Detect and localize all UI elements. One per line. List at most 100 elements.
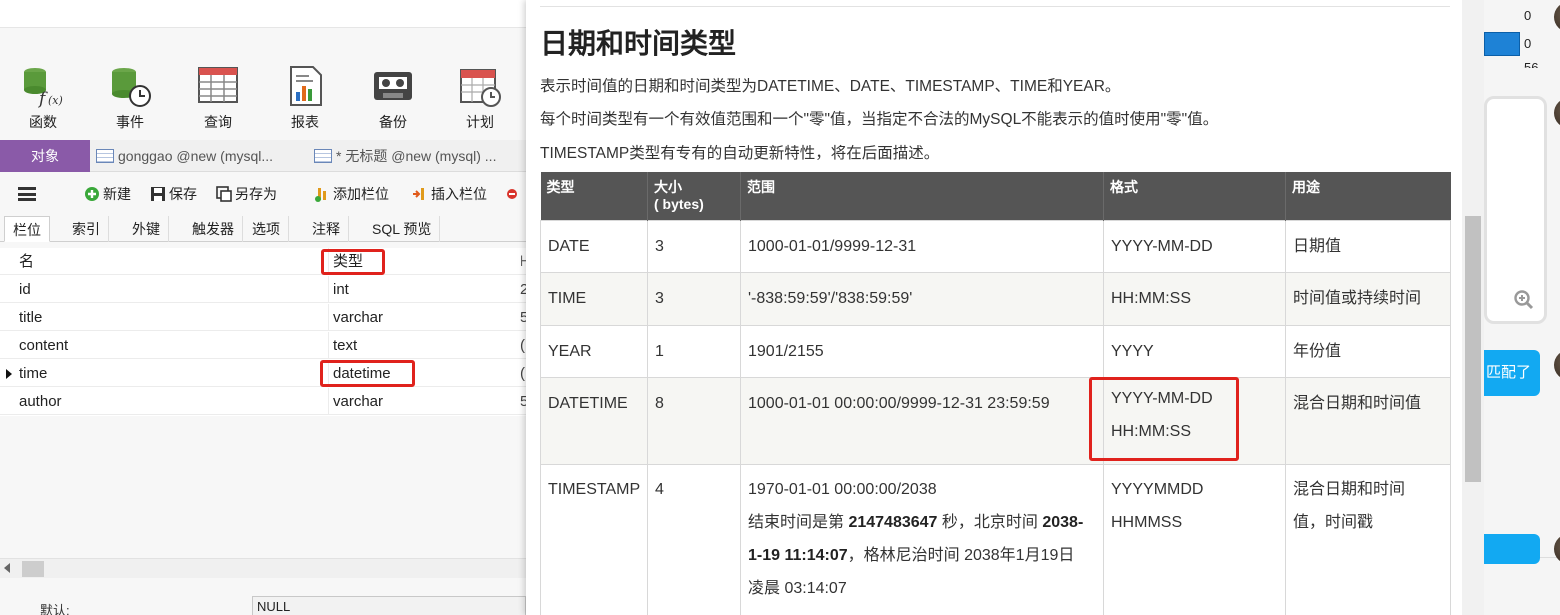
scroll-thumb[interactable] bbox=[22, 561, 44, 577]
field-name[interactable]: author bbox=[19, 388, 62, 415]
range-text: 秒，北京时间 bbox=[937, 513, 1043, 531]
table-header-row: 类型 大小( bytes) 范围 格式 用途 bbox=[540, 172, 1451, 220]
query-icon bbox=[198, 67, 238, 103]
table-row[interactable]: content text ( bbox=[0, 332, 526, 359]
cell-format: YYYY-MM-DD bbox=[1103, 219, 1286, 273]
field-type[interactable]: varchar bbox=[333, 388, 383, 415]
highlight-datetime-format bbox=[1089, 377, 1239, 461]
cell-type: DATE bbox=[540, 219, 648, 273]
field-type[interactable]: varchar bbox=[333, 304, 383, 331]
format-time: HHMMSS bbox=[1111, 513, 1183, 531]
subtab-options[interactable]: 选项 bbox=[244, 216, 289, 242]
table-row: TIMESTAMP 4 1970-01-01 00:00:00/2038 结束时… bbox=[540, 463, 1451, 615]
subtab-indexes[interactable]: 索引 bbox=[64, 216, 109, 242]
menu-icon[interactable] bbox=[18, 187, 36, 201]
field-name[interactable]: title bbox=[19, 304, 42, 331]
table-design-icon bbox=[314, 149, 332, 163]
field-type[interactable]: int bbox=[333, 276, 349, 303]
counter-1: 0 bbox=[1524, 8, 1532, 23]
new-label: 新建 bbox=[103, 186, 131, 202]
use-line-2: 值，时间戳 bbox=[1293, 513, 1374, 531]
counter-2: 0 bbox=[1524, 36, 1532, 51]
range-bold-time: 1-19 11:14:07 bbox=[748, 546, 848, 564]
tab-gonggao[interactable]: gonggao @new (mysql... bbox=[96, 140, 273, 172]
subtab-sql-preview[interactable]: SQL 预览 bbox=[364, 216, 441, 242]
selected-cell[interactable] bbox=[1484, 32, 1520, 56]
add-field-label: 添加栏位 bbox=[333, 186, 389, 202]
save-button[interactable]: 保存 bbox=[150, 184, 197, 204]
table-row[interactable]: id int 2 bbox=[0, 276, 526, 303]
delete-field-button[interactable] bbox=[506, 184, 525, 204]
scroll-thumb[interactable] bbox=[1465, 216, 1481, 482]
table-row[interactable]: title varchar 5 bbox=[0, 304, 526, 331]
subtab-foreign-keys[interactable]: 外键 bbox=[124, 216, 169, 242]
field-length[interactable]: ( bbox=[520, 332, 525, 359]
datetime-types-table: 类型 大小( bytes) 范围 格式 用途 DATE 3 1000-01-01… bbox=[540, 172, 1451, 615]
range-text: ，格林尼治时间 2038年1月19日 bbox=[847, 546, 1075, 564]
field-name[interactable]: content bbox=[19, 332, 68, 359]
header-size-line1: 大小 bbox=[654, 179, 682, 195]
subtab-comments[interactable]: 注释 bbox=[304, 216, 349, 242]
avatar[interactable] bbox=[1554, 534, 1560, 564]
backup-button[interactable]: 备份 bbox=[358, 58, 428, 136]
tab-gonggao-label: gonggao @new (mysql... bbox=[118, 148, 274, 164]
insert-field-label: 插入栏位 bbox=[431, 186, 487, 202]
avatar[interactable] bbox=[1554, 98, 1560, 128]
report-label: 报表 bbox=[291, 114, 319, 130]
vertical-scrollbar[interactable] bbox=[1462, 0, 1484, 615]
insert-field-button[interactable]: 插入栏位 bbox=[412, 184, 487, 204]
save-as-button[interactable]: 另存为 bbox=[216, 184, 277, 204]
field-type[interactable]: text bbox=[333, 332, 357, 359]
range-line-3: 1-19 11:14:07，格林尼治时间 2038年1月19日 bbox=[748, 539, 1096, 572]
cell-range: 1000-01-01 00:00:00/9999-12-31 23:59:59 bbox=[740, 376, 1104, 465]
table-row: YEAR 1 1901/2155 YYYY 年份值 bbox=[540, 324, 1451, 378]
avatar[interactable] bbox=[1554, 350, 1560, 380]
svg-text:f: f bbox=[37, 89, 48, 108]
save-label: 保存 bbox=[169, 186, 197, 202]
schedule-button[interactable]: 计划 bbox=[445, 58, 515, 136]
avatar[interactable] bbox=[1554, 2, 1560, 32]
intro-paragraph-2: 每个时间类型有一个有效值范围和一个"零"值，当指定不合法的MySQL不能表示的值… bbox=[540, 111, 1219, 128]
table-row: DATE 3 1000-01-01/9999-12-31 YYYY-MM-DD … bbox=[540, 219, 1451, 273]
table-row[interactable]: author varchar 5 bbox=[0, 388, 526, 415]
fields-grid: 名 类型 ⊦ id int 2 title varchar 5 content … bbox=[0, 248, 526, 416]
highlight-type-header bbox=[321, 249, 385, 275]
intro-paragraph-3: TIMESTAMP类型有专有的自动更新特性，将在后面描述。 bbox=[540, 145, 940, 162]
chat-bubble[interactable]: 匹配了 bbox=[1484, 350, 1540, 396]
tab-objects[interactable]: 对象 bbox=[0, 140, 90, 172]
subtab-fields[interactable]: 栏位 bbox=[4, 216, 50, 242]
svg-text:(x): (x) bbox=[48, 94, 63, 107]
column-name-header[interactable]: 名 bbox=[19, 248, 34, 275]
design-subtabs: 栏位 索引 外键 触发器 选项 注释 SQL 预览 bbox=[0, 214, 526, 242]
zoom-in-icon[interactable] bbox=[1514, 290, 1534, 310]
chat-bubble-partial[interactable] bbox=[1484, 534, 1540, 564]
default-label: 默认: bbox=[40, 603, 70, 615]
query-button[interactable]: 查询 bbox=[183, 58, 253, 136]
cell-range: '-838:59:59'/'838:59:59' bbox=[740, 271, 1104, 326]
function-button[interactable]: f (x) 函数 bbox=[8, 58, 78, 136]
header-use: 用途 bbox=[1285, 172, 1451, 220]
field-length[interactable]: ( bbox=[520, 360, 525, 387]
function-label: 函数 bbox=[29, 114, 57, 130]
field-name[interactable]: time bbox=[19, 360, 47, 387]
subtab-triggers[interactable]: 触发器 bbox=[184, 216, 243, 242]
horizontal-scrollbar[interactable] bbox=[0, 558, 526, 578]
table-row-selected[interactable]: time datetime ( bbox=[0, 360, 526, 387]
default-value-field[interactable]: NULL bbox=[252, 596, 526, 615]
field-name[interactable]: id bbox=[19, 276, 31, 303]
cell-use: 日期值 bbox=[1285, 219, 1451, 273]
cell-use: 时间值或持续时间 bbox=[1285, 271, 1451, 326]
row-pointer-icon bbox=[6, 369, 12, 379]
counter-3: 56 bbox=[1524, 60, 1539, 68]
schedule-label: 计划 bbox=[466, 114, 494, 130]
delete-field-icon bbox=[507, 189, 517, 199]
add-field-icon bbox=[315, 188, 326, 202]
tab-untitled[interactable]: * 无标题 @new (mysql) ... bbox=[314, 140, 496, 172]
query-label: 查询 bbox=[204, 114, 232, 130]
event-button[interactable]: 事件 bbox=[95, 58, 165, 136]
report-button[interactable]: 报表 bbox=[270, 58, 340, 136]
range-bold-seconds: 2147483647 bbox=[848, 513, 938, 531]
scroll-left-icon[interactable] bbox=[4, 563, 10, 573]
new-button[interactable]: 新建 bbox=[84, 184, 131, 204]
add-field-button[interactable]: 添加栏位 bbox=[314, 184, 389, 204]
